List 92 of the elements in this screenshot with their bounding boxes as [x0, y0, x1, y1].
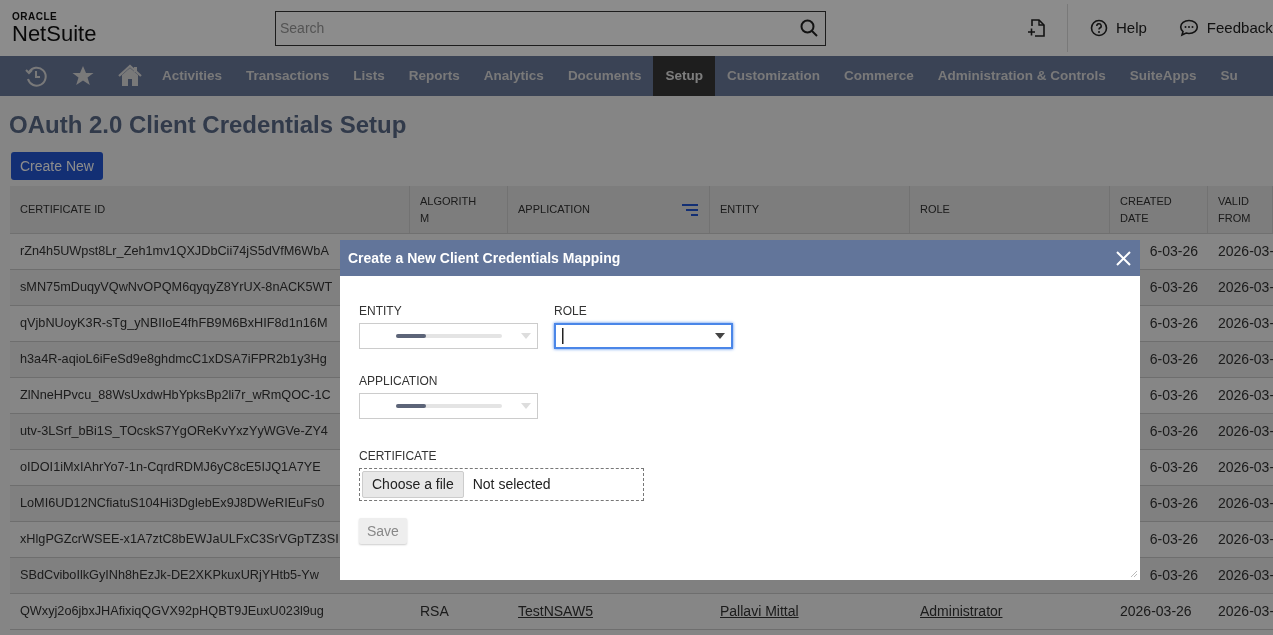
loading-bar-icon: [396, 404, 502, 408]
file-input[interactable]: Choose a file Not selected: [359, 468, 644, 501]
column-header[interactable]: ALGORITH M: [410, 186, 508, 233]
role-dropdown[interactable]: [554, 323, 733, 349]
nav-tab[interactable]: Su: [1208, 56, 1250, 96]
chat-bubble-icon: [1178, 19, 1199, 37]
table-cell-text: 2026-03-: [1218, 422, 1273, 441]
nav-tab[interactable]: Activities: [150, 56, 235, 96]
search-icon: [800, 18, 818, 37]
product-logo-text: NetSuite: [12, 21, 98, 46]
nav-tab[interactable]: Reports: [396, 56, 472, 96]
table-cell-text: rZn4h5UWpst8Lr_Zeh1mv1QXJDbCii74jS5dVfM6WbA: [20, 242, 329, 260]
nav-tab[interactable]: Administration & Controls: [925, 56, 1118, 96]
table-cell-text: SBdCviboIlkGyINh8hEzJk-DE2XKPkuxURjYHtb5-Yw: [20, 566, 319, 584]
page-title: OAuth 2.0 Client Credentials Setup: [9, 110, 408, 140]
table-cell-text: 6-03-26: [1149, 278, 1198, 297]
table-cell-text: 2026-03-: [1218, 530, 1273, 549]
role-link[interactable]: Administrator: [920, 601, 1003, 622]
dropdown-arrow-icon: [715, 333, 725, 339]
help-button[interactable]: Help: [1090, 16, 1147, 40]
table-cell-text: RSA: [420, 602, 449, 621]
document-plus-icon: [1026, 18, 1046, 38]
field-label: ROLE: [554, 303, 588, 316]
column-header[interactable]: ENTITY: [710, 186, 910, 233]
nav-tab[interactable]: Lists: [341, 56, 397, 96]
table-cell-text: 6-03-26: [1149, 422, 1198, 441]
file-status-text: Not selected: [472, 475, 551, 494]
home-icon: [118, 64, 142, 88]
text-cursor-icon: [562, 328, 564, 344]
help-icon: [1090, 19, 1108, 37]
close-button[interactable]: [1114, 249, 1132, 267]
table-cell-text: utv-3LSrf_bBi1S_TOcskS7YgOReKvYxzYyWGVe-ZY4: [20, 422, 328, 440]
loading-dropdown[interactable]: [359, 323, 538, 349]
close-icon: [1115, 250, 1131, 266]
filter-icon: [681, 202, 699, 217]
table-cell-text: 2026-03-: [1218, 242, 1273, 261]
choose-file-label: Choose a file: [362, 471, 464, 498]
entity-link[interactable]: Pallavi Mittal: [720, 601, 799, 622]
field-label: CERTIFICATE: [359, 448, 437, 461]
table-cell-text: 6-03-26: [1149, 566, 1198, 585]
dialog-title: Create a New Client Credentials Mapping: [348, 248, 621, 268]
application-link[interactable]: TestNSAW5: [518, 601, 593, 622]
table-cell-text: 6-03-26: [1149, 386, 1198, 405]
table-cell-text: 2026-03-: [1218, 494, 1273, 513]
field-label: ENTITY: [359, 303, 403, 316]
dropdown-arrow-icon: [521, 403, 531, 409]
nav-tab[interactable]: Customization: [714, 56, 832, 96]
create-new-button[interactable]: Create New: [11, 152, 103, 180]
nav-tab[interactable]: Transactions: [234, 56, 342, 96]
company-logo-text: ORACLE: [12, 10, 59, 22]
search-field[interactable]: Search: [275, 10, 826, 46]
table-cell-text: 6-03-26: [1149, 458, 1198, 477]
column-header[interactable]: CERTIFICATE ID: [10, 186, 410, 233]
nav-tab[interactable]: Commerce: [831, 56, 926, 96]
loading-dropdown[interactable]: [359, 393, 538, 419]
table-cell-text: sMN75mDuqyVQwNvOPQM6qyqyZ8YrUX-8nACK5WT: [20, 278, 333, 296]
table-cell-text: 6-03-26: [1149, 494, 1198, 513]
table-cell-text: 2026-03-: [1218, 386, 1273, 405]
recent-history-icon: [24, 64, 48, 88]
table-cell-text: 2026-03-: [1218, 566, 1273, 585]
dropdown-arrow-icon: [521, 333, 531, 339]
table-cell-text: 6-03-26: [1149, 530, 1198, 549]
table-cell-text: qVjbNUoyK3R-sTg_yNBIIoE4fhFB9M6BxHIF8d1n16M: [20, 314, 328, 332]
column-header[interactable]: APPLICATION: [508, 186, 710, 233]
table-cell-text: 2026-03-: [1218, 458, 1273, 477]
table-cell-text: QWxyj2o6jbxJHAfixiqQGVX92pHQBT9JEuxU023l9ug: [20, 602, 324, 620]
nav-tab[interactable]: Setup: [653, 56, 715, 96]
table-cell-text: 2026-03-26: [1120, 602, 1192, 621]
table-cell-text: xHlgPGZcrWSEE-x1A7ztC8bEWJaULFxC3SrVGpTZ3SI: [20, 530, 339, 548]
feedback-button[interactable]: Feedback: [1178, 16, 1273, 40]
table-cell-text: 2026-03-: [1218, 314, 1273, 333]
nav-tab[interactable]: Documents: [555, 56, 654, 96]
table-cell-text: 2026-03-: [1218, 350, 1273, 369]
column-header[interactable]: CREATED DATE: [1110, 186, 1208, 233]
table-cell-text: 6-03-26: [1149, 314, 1198, 333]
table-cell-text: h3a4R-aqioL6iFeSd9e8ghdmcC1xDSA7iFPR2b1y3Hg: [20, 350, 327, 368]
table-cell-text: 6-03-26: [1149, 242, 1198, 261]
star-icon: [72, 65, 94, 87]
table-cell-text: oIDOI1iMxIAhrYo7-1n-CqrdRDMJ6yC8cE5IJQ1A7YE: [20, 458, 321, 476]
resize-grip-icon: [1130, 570, 1138, 578]
loading-bar-icon: [396, 334, 502, 338]
nav-tab[interactable]: SuiteApps: [1117, 56, 1209, 96]
column-header[interactable]: VALID FROM: [1208, 186, 1273, 233]
nav-tab[interactable]: Analytics: [471, 56, 556, 96]
column-header[interactable]: ROLE: [910, 186, 1110, 233]
field-label: APPLICATION: [359, 373, 439, 386]
table-cell-text: 2026-03-: [1218, 278, 1273, 297]
table-cell-text: LoMI6UD12NCfiatuS104Hi3DglebEx9J8DWeRIEuFs0: [20, 494, 325, 512]
table-cell-text: 6-03-26: [1149, 350, 1198, 369]
table-cell-text: 2026-03-: [1218, 602, 1273, 621]
table-cell-text: ZlNneHPvcu_88WsUxdwHbYpksBp2li7r_wRmQOC-1C: [20, 386, 331, 404]
new-record-button[interactable]: [1025, 17, 1047, 39]
